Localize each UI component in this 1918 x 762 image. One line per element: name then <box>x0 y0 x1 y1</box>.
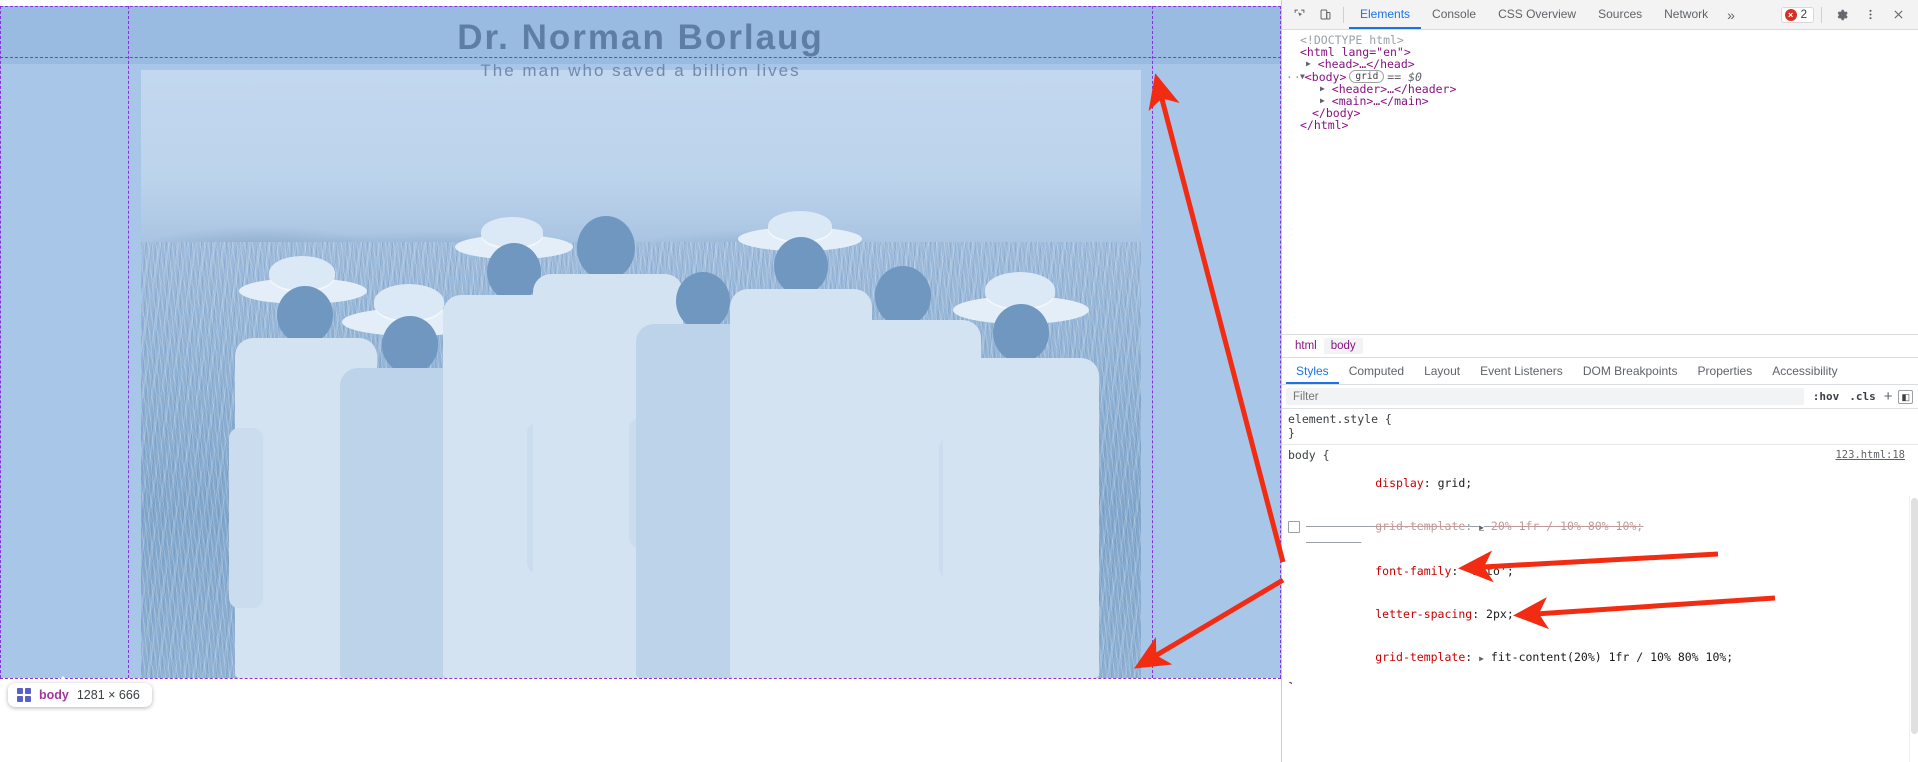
element-info-badge: body 1281 × 666 <box>8 683 152 707</box>
hov-toggle[interactable]: :hov <box>1808 390 1845 403</box>
cls-toggle[interactable]: .cls <box>1844 390 1881 403</box>
element-badge-tag: body <box>39 688 69 702</box>
breadcrumb-html[interactable]: html <box>1288 338 1324 354</box>
devtools-toolbar-right: × 2 <box>1780 3 1915 27</box>
browser-viewport: Dr. Norman Borlaug The man who saved a b… <box>0 0 1281 762</box>
css-rule-source[interactable]: 123.html:18 <box>1835 448 1905 462</box>
tab-properties[interactable]: Properties <box>1688 358 1763 384</box>
dom-tree[interactable]: <!DOCTYPE html> <html lang="en"> ▶ <head… <box>1282 30 1918 334</box>
error-count-badge[interactable]: × 2 <box>1780 6 1814 23</box>
photo-person <box>941 258 1101 678</box>
css-declaration-letter-spacing[interactable]: letter-spacing: 2px; <box>1288 593 1918 636</box>
new-style-rule-button[interactable]: + <box>1881 388 1896 405</box>
styles-pane-tab-bar: Styles Computed Layout Event Listeners D… <box>1282 357 1918 385</box>
grid-icon <box>17 688 31 702</box>
screenshot-root: Dr. Norman Borlaug The man who saved a b… <box>0 0 1918 762</box>
css-selector[interactable]: element.style { <box>1288 412 1918 426</box>
css-declaration-grid-template-overridden[interactable]: grid-template: ▶ 20% 1fr / 10% 80% 10%; <box>1288 505 1918 550</box>
dom-row-main[interactable]: ▶ <main>…</main> <box>1286 95 1918 107</box>
grid-overlay-line-bottom <box>0 678 1281 679</box>
toolbar-divider <box>1343 6 1344 23</box>
breadcrumb: html body <box>1282 334 1918 357</box>
css-selector[interactable]: body { <box>1288 448 1918 462</box>
dom-row-head[interactable]: ▶ <head>…</head> <box>1286 58 1918 70</box>
css-close-brace: } <box>1288 680 1918 684</box>
hero-photograph <box>141 70 1141 678</box>
element-badge-dimensions: 1281 × 666 <box>76 688 140 702</box>
styles-rules-list: element.style { } 123.html:18 body { dis… <box>1282 409 1918 684</box>
device-toolbar-icon[interactable] <box>1312 3 1338 27</box>
css-declaration-display[interactable]: display: grid; <box>1288 462 1918 505</box>
error-icon: × <box>1784 8 1797 21</box>
styles-filter-bar: :hov .cls + ◧ <box>1282 385 1918 409</box>
toolbar-divider-2 <box>1821 6 1822 23</box>
close-icon[interactable] <box>1885 3 1911 27</box>
page-subtitle: The man who saved a billion lives <box>480 61 801 80</box>
css-declaration-grid-template-applied[interactable]: grid-template: ▶ fit-content(20%) 1fr / … <box>1288 635 1918 680</box>
tab-sources[interactable]: Sources <box>1587 0 1653 29</box>
tab-console[interactable]: Console <box>1421 0 1487 29</box>
tab-elements[interactable]: Elements <box>1349 0 1421 29</box>
page-title: Dr. Norman Borlaug <box>457 18 824 57</box>
tab-event-listeners[interactable]: Event Listeners <box>1470 358 1573 384</box>
tab-network[interactable]: Network <box>1653 0 1719 29</box>
styles-scrollbar[interactable] <box>1909 496 1918 762</box>
dom-row-body-close: </body> <box>1312 106 1361 121</box>
tab-computed[interactable]: Computed <box>1339 358 1414 384</box>
tab-layout[interactable]: Layout <box>1414 358 1470 384</box>
styles-filter-input[interactable] <box>1286 388 1804 405</box>
devtools-panel: Elements Console CSS Overview Sources Ne… <box>1281 0 1918 762</box>
css-declaration-checkbox[interactable] <box>1288 521 1300 534</box>
gear-icon[interactable] <box>1829 3 1855 27</box>
kebab-menu-icon[interactable] <box>1857 3 1883 27</box>
photo-people-group <box>141 70 1141 678</box>
error-count: 2 <box>1800 8 1807 21</box>
css-close-brace: } <box>1288 426 1295 441</box>
css-rule-body-author[interactable]: 123.html:18 body { display: grid; grid-t… <box>1282 445 1918 684</box>
tab-dom-breakpoints[interactable]: DOM Breakpoints <box>1573 358 1688 384</box>
scrollbar-thumb[interactable] <box>1911 498 1918 734</box>
dom-row-body[interactable]: ··· ▼ < body > grid == $0 <box>1286 70 1918 84</box>
devtools-toolbar: Elements Console CSS Overview Sources Ne… <box>1282 0 1918 30</box>
dom-row-html-close: </html> <box>1300 118 1349 133</box>
tab-css-overview[interactable]: CSS Overview <box>1487 0 1587 29</box>
page-body-highlight: Dr. Norman Borlaug The man who saved a b… <box>0 6 1281 678</box>
css-declaration-font-family[interactable]: font-family: 'Lato'; <box>1288 550 1918 593</box>
toggle-computed-sidebar-icon[interactable]: ◧ <box>1898 389 1913 404</box>
tab-styles[interactable]: Styles <box>1286 358 1339 384</box>
css-rule-element-style[interactable]: element.style { } <box>1282 409 1918 445</box>
inspect-element-icon[interactable] <box>1286 3 1312 27</box>
tab-accessibility[interactable]: Accessibility <box>1762 358 1847 384</box>
more-tabs-icon[interactable]: » <box>1719 7 1743 23</box>
breadcrumb-body[interactable]: body <box>1323 338 1363 354</box>
devtools-tab-bar: Elements Console CSS Overview Sources Ne… <box>1349 0 1743 29</box>
